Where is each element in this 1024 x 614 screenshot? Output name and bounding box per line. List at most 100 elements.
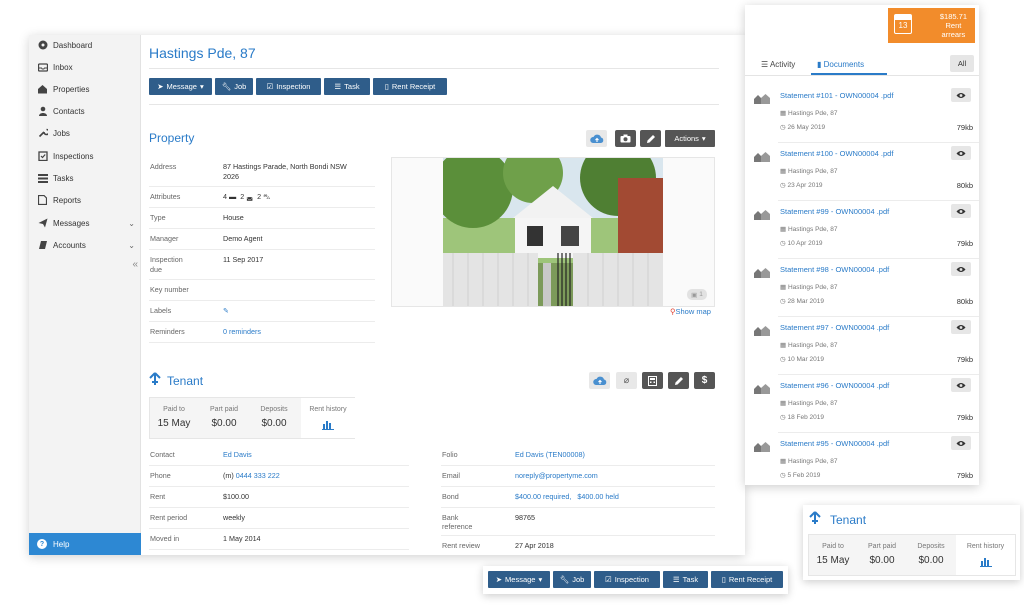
sidebar-item-messages[interactable]: Messages ⌄	[29, 213, 141, 233]
document-size: 79kb	[956, 471, 973, 480]
email-link[interactable]: noreply@propertyme.com	[515, 471, 598, 480]
row-label: Contact	[150, 450, 175, 459]
deposits-cell: Deposits $0.00	[251, 398, 297, 438]
phone-link[interactable]: 0444 333 222	[236, 471, 280, 480]
rent-history-cell[interactable]: Rent history	[956, 535, 1015, 575]
part-paid-label: Part paid	[209, 406, 239, 413]
property-photo[interactable]	[443, 158, 663, 306]
sidebar-item-label: Jobs	[53, 128, 70, 138]
calculator-icon	[648, 375, 657, 386]
deposits-cell: Deposits $0.00	[907, 535, 955, 575]
rent-arrears-badge[interactable]: 13 $185.71 Rent arrears	[888, 8, 975, 43]
attach-button[interactable]: ⌀	[616, 372, 637, 389]
sidebar: Dashboard Inbox Properties Contacts Jobs…	[29, 35, 141, 555]
eye-icon	[956, 440, 966, 446]
sidebar-item-label: Messages	[53, 218, 90, 228]
properties-icon	[753, 208, 771, 227]
tenant-upload-button[interactable]	[589, 372, 610, 389]
job-button[interactable]: 🔧︎ Job	[553, 571, 591, 588]
document-link[interactable]: Statement #99 - OWN00004 .pdf	[780, 207, 889, 216]
row-label: Key number	[150, 285, 189, 294]
job-button[interactable]: 🔧︎ Job	[215, 78, 253, 95]
building-icon: ▦	[780, 168, 787, 175]
actions-button[interactable]: Actions ▾	[665, 130, 715, 147]
sidebar-item-dashboard[interactable]: Dashboard	[29, 35, 141, 55]
document-link[interactable]: Statement #101 - OWN00004 .pdf	[780, 91, 893, 100]
inspection-due-row: Inspection due 11 Sep 2017	[141, 250, 377, 280]
collapse-sidebar-button[interactable]: «	[132, 259, 138, 270]
view-document-button[interactable]	[951, 262, 971, 276]
bond-link[interactable]: $400.00 required, $400.00 held	[515, 492, 619, 501]
sidebar-item-accounts[interactable]: Accounts ⌄	[29, 235, 141, 255]
rent-history-cell[interactable]: Rent history	[301, 398, 355, 438]
sidebar-item-inspections[interactable]: Inspections	[29, 146, 141, 166]
eye-icon	[956, 150, 966, 156]
document-link[interactable]: Statement #100 - OWN00004 .pdf	[780, 149, 893, 158]
accounts-icon	[37, 240, 48, 251]
view-document-button[interactable]	[951, 436, 971, 450]
floating-toolbar: ➤ Message ▾ 🔧︎ Job ☑ Inspection ☰ Task ▯ Rent …	[483, 566, 788, 594]
document-icon: ▯	[721, 575, 726, 584]
all-filter-button[interactable]: All	[950, 55, 974, 72]
view-document-button[interactable]	[951, 204, 971, 218]
arrears-label-2: arrears	[941, 30, 966, 39]
tab-documents[interactable]: ▮ Documents	[817, 60, 864, 69]
date-text: 10 Apr 2019	[787, 240, 823, 247]
dollar-button[interactable]: $	[694, 372, 715, 389]
sidebar-item-inbox[interactable]: Inbox	[29, 57, 141, 77]
document-link[interactable]: Statement #97 - OWN00004 .pdf	[780, 323, 889, 332]
calculator-button[interactable]	[642, 372, 663, 389]
show-map-link[interactable]: ⚲Show map	[670, 307, 711, 316]
inspection-button[interactable]: ☑ Inspection	[594, 571, 660, 588]
view-document-button[interactable]	[951, 88, 971, 102]
help-button[interactable]: ? Help	[29, 533, 141, 555]
eye-icon	[956, 266, 966, 272]
document-link[interactable]: Statement #95 - OWN00004 .pdf	[780, 439, 889, 448]
document-item: Statement #96 - OWN00004 .pdf ▦ Hastings …	[745, 375, 979, 433]
part-paid-cell: Part paid $0.00	[858, 535, 906, 575]
row-label-2: due	[150, 265, 162, 274]
inspection-button[interactable]: ☑ Inspection	[256, 78, 321, 95]
document-link[interactable]: Statement #98 - OWN00004 .pdf	[780, 265, 889, 274]
sidebar-item-jobs[interactable]: Jobs	[29, 123, 141, 143]
rent-history-label: Rent history	[966, 543, 1005, 550]
sidebar-item-properties[interactable]: Properties	[29, 79, 141, 99]
rent-row: Rent $100.00	[141, 487, 421, 507]
documents-panel: 13 $185.71 Rent arrears ☰ Activity ▮ Doc…	[745, 5, 979, 485]
view-document-button[interactable]	[951, 320, 971, 334]
building-icon: ▦	[780, 284, 787, 291]
date-text: 28 Mar 2019	[787, 298, 824, 305]
tab-activity[interactable]: ☰ Activity	[761, 60, 795, 69]
document-link[interactable]: Statement #96 - OWN00004 .pdf	[780, 381, 889, 390]
deposits-value: $0.00	[918, 555, 944, 566]
clock-icon: ◷	[780, 414, 786, 421]
reminders-link[interactable]: 0 reminders	[223, 327, 261, 336]
camera-button[interactable]	[615, 130, 636, 147]
tab-activity-label: Activity	[769, 60, 796, 69]
view-document-button[interactable]	[951, 146, 971, 160]
contact-link[interactable]: Ed Davis	[223, 450, 252, 459]
row-label: Bank	[442, 513, 459, 522]
sidebar-item-reports[interactable]: Reports	[29, 190, 141, 210]
sidebar-item-contacts[interactable]: Contacts	[29, 101, 141, 121]
tenant-edit-button[interactable]	[668, 372, 689, 389]
rent-receipt-button[interactable]: ▯ Rent Receipt	[373, 78, 447, 95]
message-button[interactable]: ➤ Message ▾	[149, 78, 212, 95]
photo-count: 1	[699, 291, 703, 298]
clock-icon: ◷	[780, 240, 786, 247]
view-document-button[interactable]	[951, 378, 971, 392]
rent-receipt-button[interactable]: ▯ Rent Receipt	[711, 571, 783, 588]
task-button[interactable]: ☰ Task	[324, 78, 370, 95]
properties-icon	[753, 150, 771, 169]
edit-button[interactable]	[640, 130, 661, 147]
document-item: Statement #99 - OWN00004 .pdf ▦ Hastings …	[745, 201, 979, 259]
folio-link[interactable]: Ed Davis (TEN00008)	[515, 450, 585, 459]
sidebar-item-tasks[interactable]: Tasks	[29, 168, 141, 188]
part-paid-value: $0.00	[211, 418, 237, 429]
task-button[interactable]: ☰ Task	[663, 571, 708, 588]
upload-button[interactable]	[586, 130, 607, 147]
message-button[interactable]: ➤ Message ▾	[488, 571, 550, 588]
document-item: Statement #98 - OWN00004 .pdf ▦ Hastings …	[745, 259, 979, 317]
paperclip-icon: ⌀	[623, 375, 630, 385]
edit-labels-icon[interactable]: ✎	[223, 306, 229, 315]
